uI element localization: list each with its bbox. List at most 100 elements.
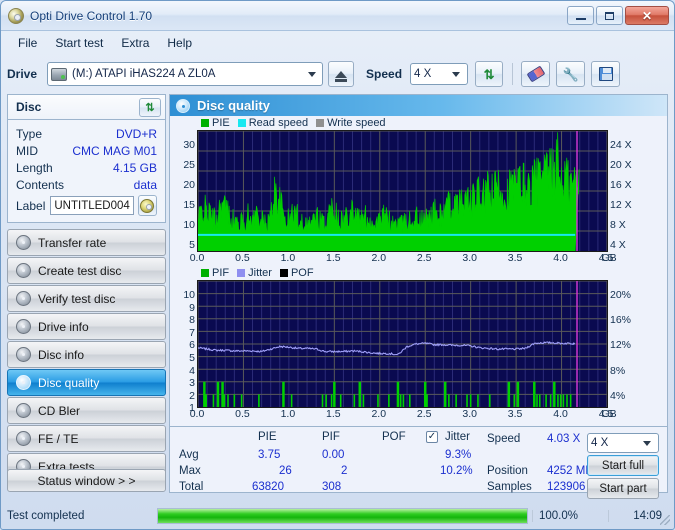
drive-icon xyxy=(51,67,68,81)
pie-plot-y2tick: 24 X xyxy=(610,139,632,151)
sidebar-item-disc-info[interactable]: Disc info xyxy=(7,341,166,368)
pif-chart-legend: PIF Jitter POF xyxy=(170,266,667,280)
stats-col-pof: POF xyxy=(382,431,406,443)
erase-button[interactable] xyxy=(521,61,551,87)
eject-button[interactable] xyxy=(328,61,355,87)
disc-mid-value: CMC MAG M01 xyxy=(72,143,157,158)
test-speed-select[interactable]: 4 X xyxy=(587,433,659,453)
pie-plot-ytick: 5 xyxy=(189,239,195,251)
sidebar-item-label: Create test disc xyxy=(38,263,122,278)
pif-plot-y2tick: 4% xyxy=(610,389,626,402)
progress-percent: 100.0% xyxy=(532,510,608,522)
progress-bar xyxy=(157,508,528,524)
start-full-button[interactable]: Start full xyxy=(587,455,659,476)
disc-label-button[interactable] xyxy=(137,195,157,216)
speed-label: Speed xyxy=(366,67,403,81)
start-part-button[interactable]: Start part xyxy=(587,478,659,499)
close-button[interactable]: ✕ xyxy=(625,6,669,25)
maximize-button[interactable] xyxy=(596,6,623,25)
chevron-down-icon xyxy=(308,71,317,77)
sidebar-item-disc-quality[interactable]: Disc quality xyxy=(7,369,166,396)
pif-y-axis: 1 2 3 4 5 6 7 8 9 10 xyxy=(170,280,197,414)
pif-plot-xtick: 2.0 xyxy=(371,408,387,420)
pif-plot-ytick: 9 xyxy=(189,301,195,314)
menu-file[interactable]: File xyxy=(9,34,46,52)
minimize-icon xyxy=(575,17,586,20)
legend-read-speed: Read speed xyxy=(237,117,308,129)
legend-label: PIF xyxy=(212,267,230,279)
pie-plot-y2tick: 16 X xyxy=(610,179,632,191)
menu-start-test[interactable]: Start test xyxy=(46,34,112,52)
disc-type-value: DVD+R xyxy=(115,126,157,141)
jitter-checkbox[interactable]: ✓ xyxy=(426,430,438,443)
page-title: Disc quality xyxy=(197,98,270,113)
sidebar-item-drive-info[interactable]: Drive info xyxy=(7,313,166,340)
content-header: Disc quality xyxy=(170,95,667,116)
refresh-button[interactable]: ⇅ xyxy=(475,61,504,87)
pif-plot[interactable] xyxy=(197,280,608,408)
disc-info-row-type: Type DVD+R xyxy=(16,125,157,142)
disc-icon xyxy=(16,291,31,306)
test-speed-value: 4 X xyxy=(591,437,609,449)
pif-plot-xtick: 3.5 xyxy=(507,408,523,420)
disc-refresh-button[interactable]: ⇅ xyxy=(139,97,161,117)
pie-plot-ytick: 25 xyxy=(183,159,195,171)
sidebar-item-fe-te[interactable]: FE / TE xyxy=(7,425,166,452)
sidebar-item-label: FE / TE xyxy=(38,431,79,446)
sidebar-item-transfer-rate[interactable]: Transfer rate xyxy=(7,229,166,256)
pie-y-axis: 5 10 15 20 25 30 xyxy=(170,130,197,251)
refresh-icon: ⇅ xyxy=(483,66,495,82)
save-button[interactable] xyxy=(591,61,621,87)
disc-icon xyxy=(16,431,31,446)
pie-chart-legend: PIE Read speed Write speed xyxy=(170,116,667,130)
legend-pof: POF xyxy=(279,267,314,279)
pie-plot-x-unit: GB xyxy=(601,252,617,264)
sidebar-item-verify-test-disc[interactable]: Verify test disc xyxy=(7,285,166,312)
wrench-icon: 🔧 xyxy=(562,66,579,82)
pif-plot-ytick: 5 xyxy=(189,352,195,364)
status-text: Test completed xyxy=(7,510,85,522)
pif-plot-xtick: 0.5 xyxy=(235,408,250,420)
app-window: Opti Drive Control 1.70 ✕ File Start tes… xyxy=(0,0,675,530)
disc-info: Type DVD+R MID CMC MAG M01 Length 4.15 G… xyxy=(7,119,166,223)
start-full-label: Start full xyxy=(601,459,645,472)
settings-button[interactable]: 🔧 xyxy=(556,61,586,87)
pie-plot-ytick: 20 xyxy=(183,179,195,191)
menu-extra[interactable]: Extra xyxy=(112,34,158,52)
disc-icon xyxy=(140,198,155,213)
start-part-label: Start part xyxy=(599,482,647,495)
pif-plot-ytick: 6 xyxy=(189,339,195,352)
resize-grip-icon[interactable] xyxy=(660,515,670,525)
drive-select[interactable]: (M:) ATAPI iHAS224 A ZL0A xyxy=(47,62,324,86)
status-window-button[interactable]: Status window > > xyxy=(7,469,166,492)
pie-plot[interactable] xyxy=(197,130,608,252)
sidebar-item-create-test-disc[interactable]: Create test disc xyxy=(7,257,166,284)
stats-avg-jitter: 9.3% xyxy=(445,449,472,461)
pif-plot-svg xyxy=(198,281,607,407)
chevron-down-icon xyxy=(643,440,651,446)
checkbox-checked-icon: ✓ xyxy=(426,431,438,443)
legend-label: Jitter xyxy=(248,267,272,279)
disc-label-input[interactable]: UNTITLED004 xyxy=(50,196,134,215)
stats-max-pif: 2 xyxy=(341,465,348,477)
legend-pie: PIE xyxy=(201,117,230,129)
content-panel: Disc quality PIE Read speed Write speed xyxy=(169,94,668,499)
speed-select[interactable]: 4 X xyxy=(410,63,469,85)
sidebar-item-cd-bler[interactable]: CD Bler xyxy=(7,397,166,424)
legend-swatch xyxy=(201,269,209,277)
maximize-icon xyxy=(605,11,614,20)
disc-icon xyxy=(16,375,31,390)
stats-row-avg-label: Avg xyxy=(179,449,199,461)
pif-plot-wrap: 1 2 3 4 5 6 7 8 9 10 4% 8% 12% 16% 20% xyxy=(170,280,667,414)
disc-info-row-mid: MID CMC MAG M01 xyxy=(16,142,157,159)
drive-select-value: (M:) ATAPI iHAS224 A ZL0A xyxy=(72,68,216,80)
pie-y2-axis: 4 X 8 X 12 X 16 X 20 X 24 X xyxy=(608,130,641,251)
minimize-button[interactable] xyxy=(567,6,594,25)
disc-contents-value: data xyxy=(133,177,157,192)
disc-info-row-length: Length 4.15 GB xyxy=(16,159,157,176)
sidebar-item-label: CD Bler xyxy=(38,403,81,418)
legend-swatch xyxy=(279,269,288,277)
disc-icon xyxy=(16,347,31,362)
menu-help[interactable]: Help xyxy=(158,34,201,52)
pif-plot-xtick: 3.0 xyxy=(462,408,477,420)
